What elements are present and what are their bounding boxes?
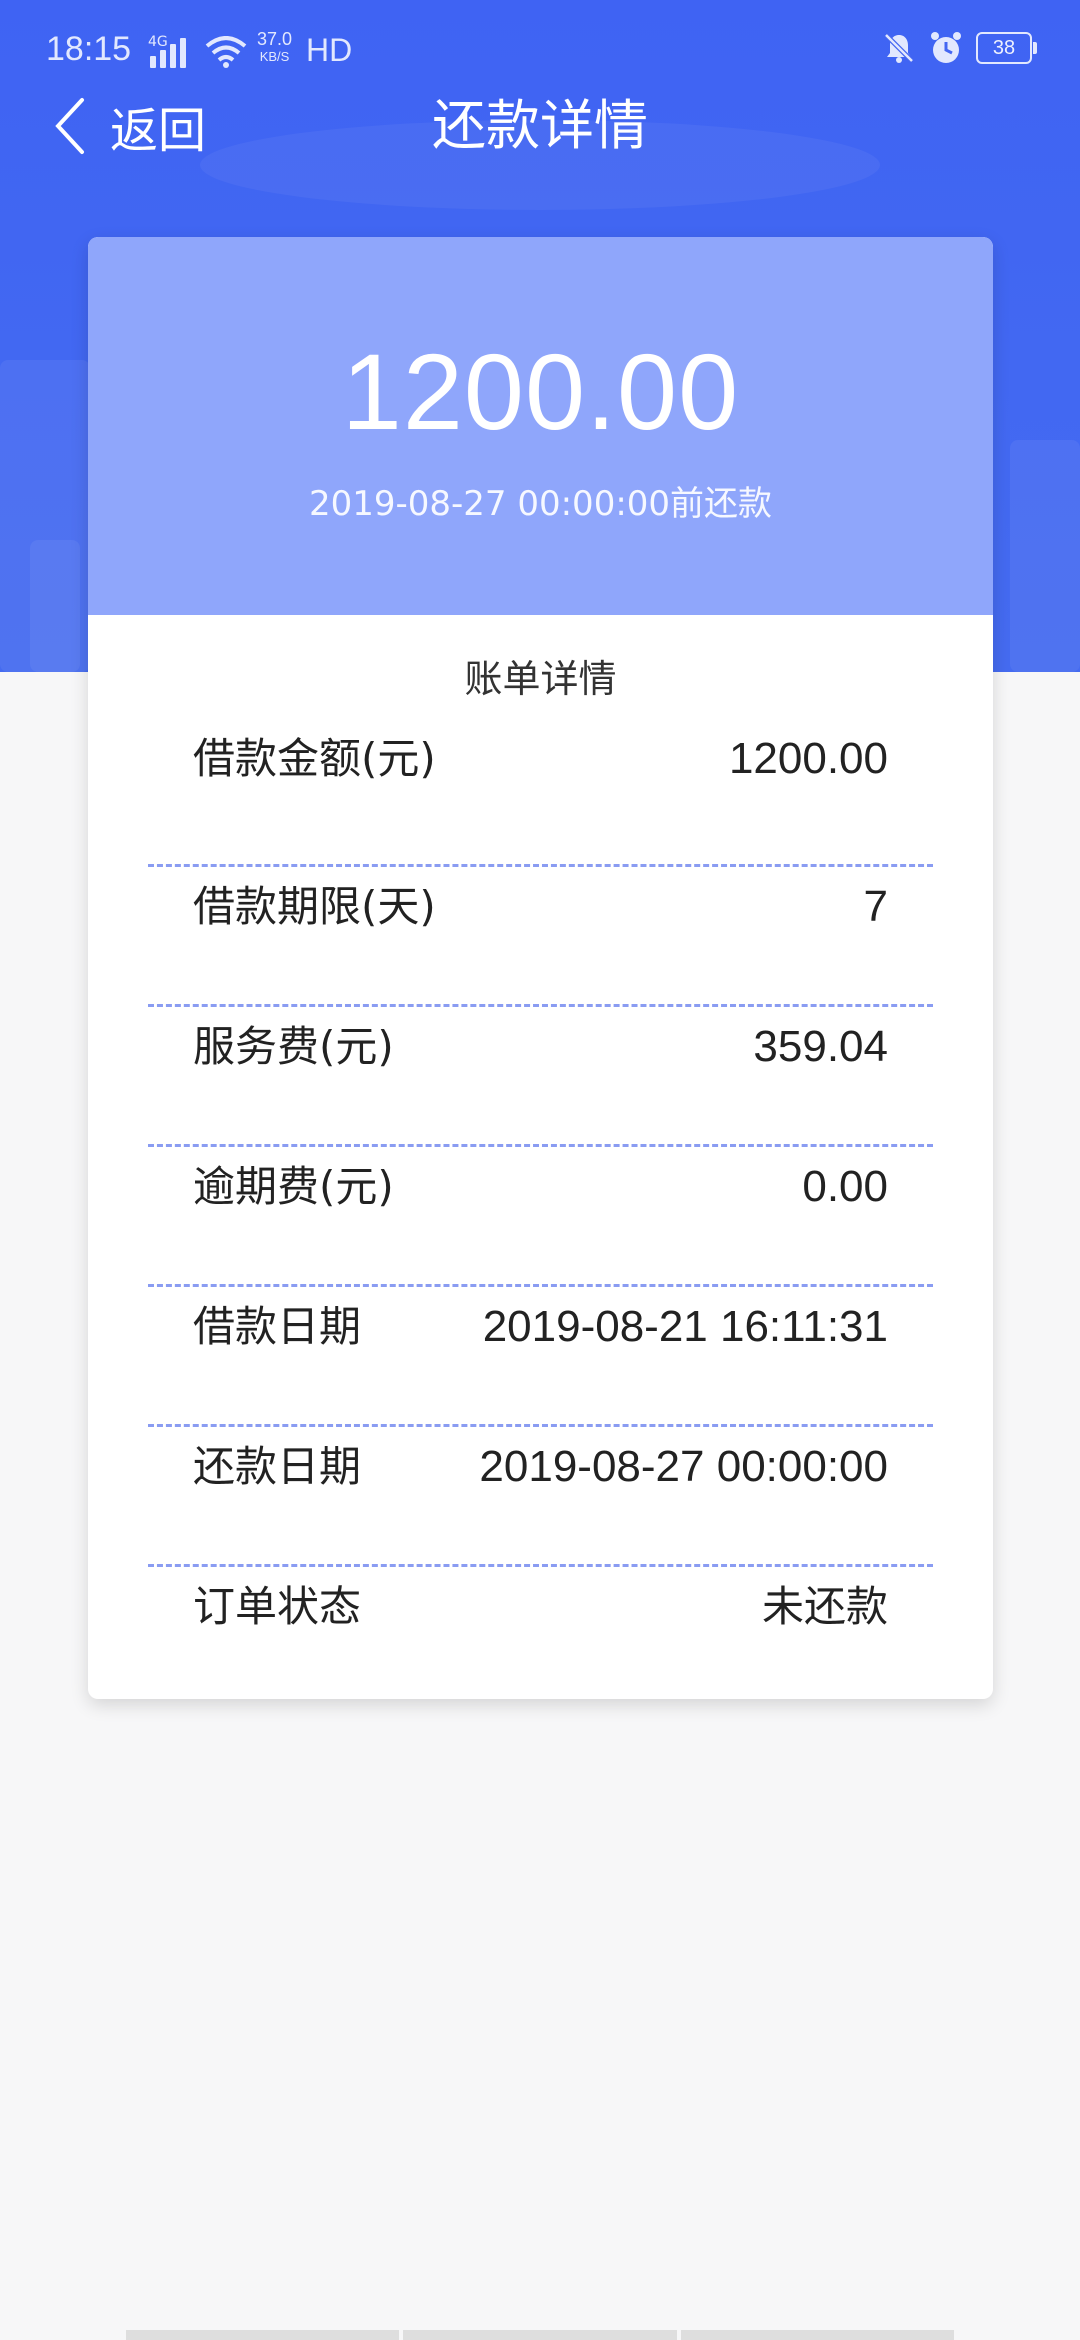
row-label: 借款期限(天) xyxy=(193,882,436,931)
repayment-amount: 1200.00 xyxy=(341,331,740,452)
row-label: 借款金额(元) xyxy=(193,734,436,783)
amount-summary: 1200.00 2019-08-27 00:00:00前还款 xyxy=(88,237,993,615)
hd-indicator: HD xyxy=(306,32,353,68)
network-speed: 37.0 KB/S xyxy=(257,30,292,66)
back-button[interactable]: 返回 xyxy=(52,88,206,164)
header-decoration xyxy=(200,120,880,210)
repayment-card: 1200.00 2019-08-27 00:00:00前还款 账单详情 借款金额… xyxy=(88,237,993,1699)
bottom-bar-segment xyxy=(680,2330,954,2340)
mute-icon xyxy=(884,33,914,63)
chevron-left-icon xyxy=(55,98,84,154)
row-label: 服务费(元) xyxy=(193,1022,394,1071)
back-label: 返回 xyxy=(110,103,207,159)
row-label: 逾期费(元) xyxy=(193,1162,394,1211)
bill-details-title: 账单详情 xyxy=(464,657,617,701)
row-label: 还款日期 xyxy=(193,1442,362,1491)
detail-row-loan-term: 借款期限(天) 7 xyxy=(148,867,933,1007)
detail-row-loan-amount: 借款金额(元) 1200.00 xyxy=(148,727,933,867)
order-status-value: 未还款 xyxy=(761,1582,888,1631)
bill-details-list: 借款金额(元) 1200.00 借款期限(天) 7 服务费(元) 359.04 … xyxy=(148,727,933,1699)
signal-icon xyxy=(150,38,186,68)
speed-value: 37.0 xyxy=(257,29,293,49)
due-date-text: 2019-08-27 00:00:00前还款 xyxy=(308,484,773,524)
detail-row-loan-date: 借款日期 2019-08-21 16:11:31 xyxy=(148,1287,933,1427)
detail-row-repay-date: 还款日期 2019-08-27 00:00:00 xyxy=(148,1427,933,1567)
status-time: 18:15 xyxy=(46,30,132,68)
row-label: 订单状态 xyxy=(193,1582,362,1631)
wifi-icon xyxy=(205,36,247,68)
bottom-bar-segment xyxy=(126,2330,400,2340)
alarm-icon xyxy=(931,32,961,63)
row-value: 359.04 xyxy=(753,1022,888,1071)
row-value: 1200.00 xyxy=(728,734,888,783)
row-value: 0.00 xyxy=(802,1162,888,1211)
header-decoration xyxy=(30,540,80,672)
status-bar: 18:15 4G 37.0 KB/S HD 38 xyxy=(0,0,1080,100)
detail-row-service-fee: 服务费(元) 359.04 xyxy=(148,1007,933,1147)
row-value: 2019-08-21 16:11:31 xyxy=(482,1302,888,1351)
battery-icon: 38 xyxy=(976,32,1037,64)
speed-unit: KB/S xyxy=(259,49,290,64)
bottom-bar-segment xyxy=(403,2330,677,2340)
row-value: 2019-08-27 00:00:00 xyxy=(479,1442,888,1491)
detail-row-order-status: 订单状态 未还款 xyxy=(148,1567,933,1699)
detail-row-overdue-fee: 逾期费(元) 0.00 xyxy=(148,1147,933,1287)
row-value: 7 xyxy=(863,882,888,931)
bottom-bar xyxy=(126,2330,954,2340)
row-label: 借款日期 xyxy=(193,1302,362,1351)
header-decoration xyxy=(1010,440,1080,672)
status-right-icons: 38 xyxy=(882,30,1037,66)
